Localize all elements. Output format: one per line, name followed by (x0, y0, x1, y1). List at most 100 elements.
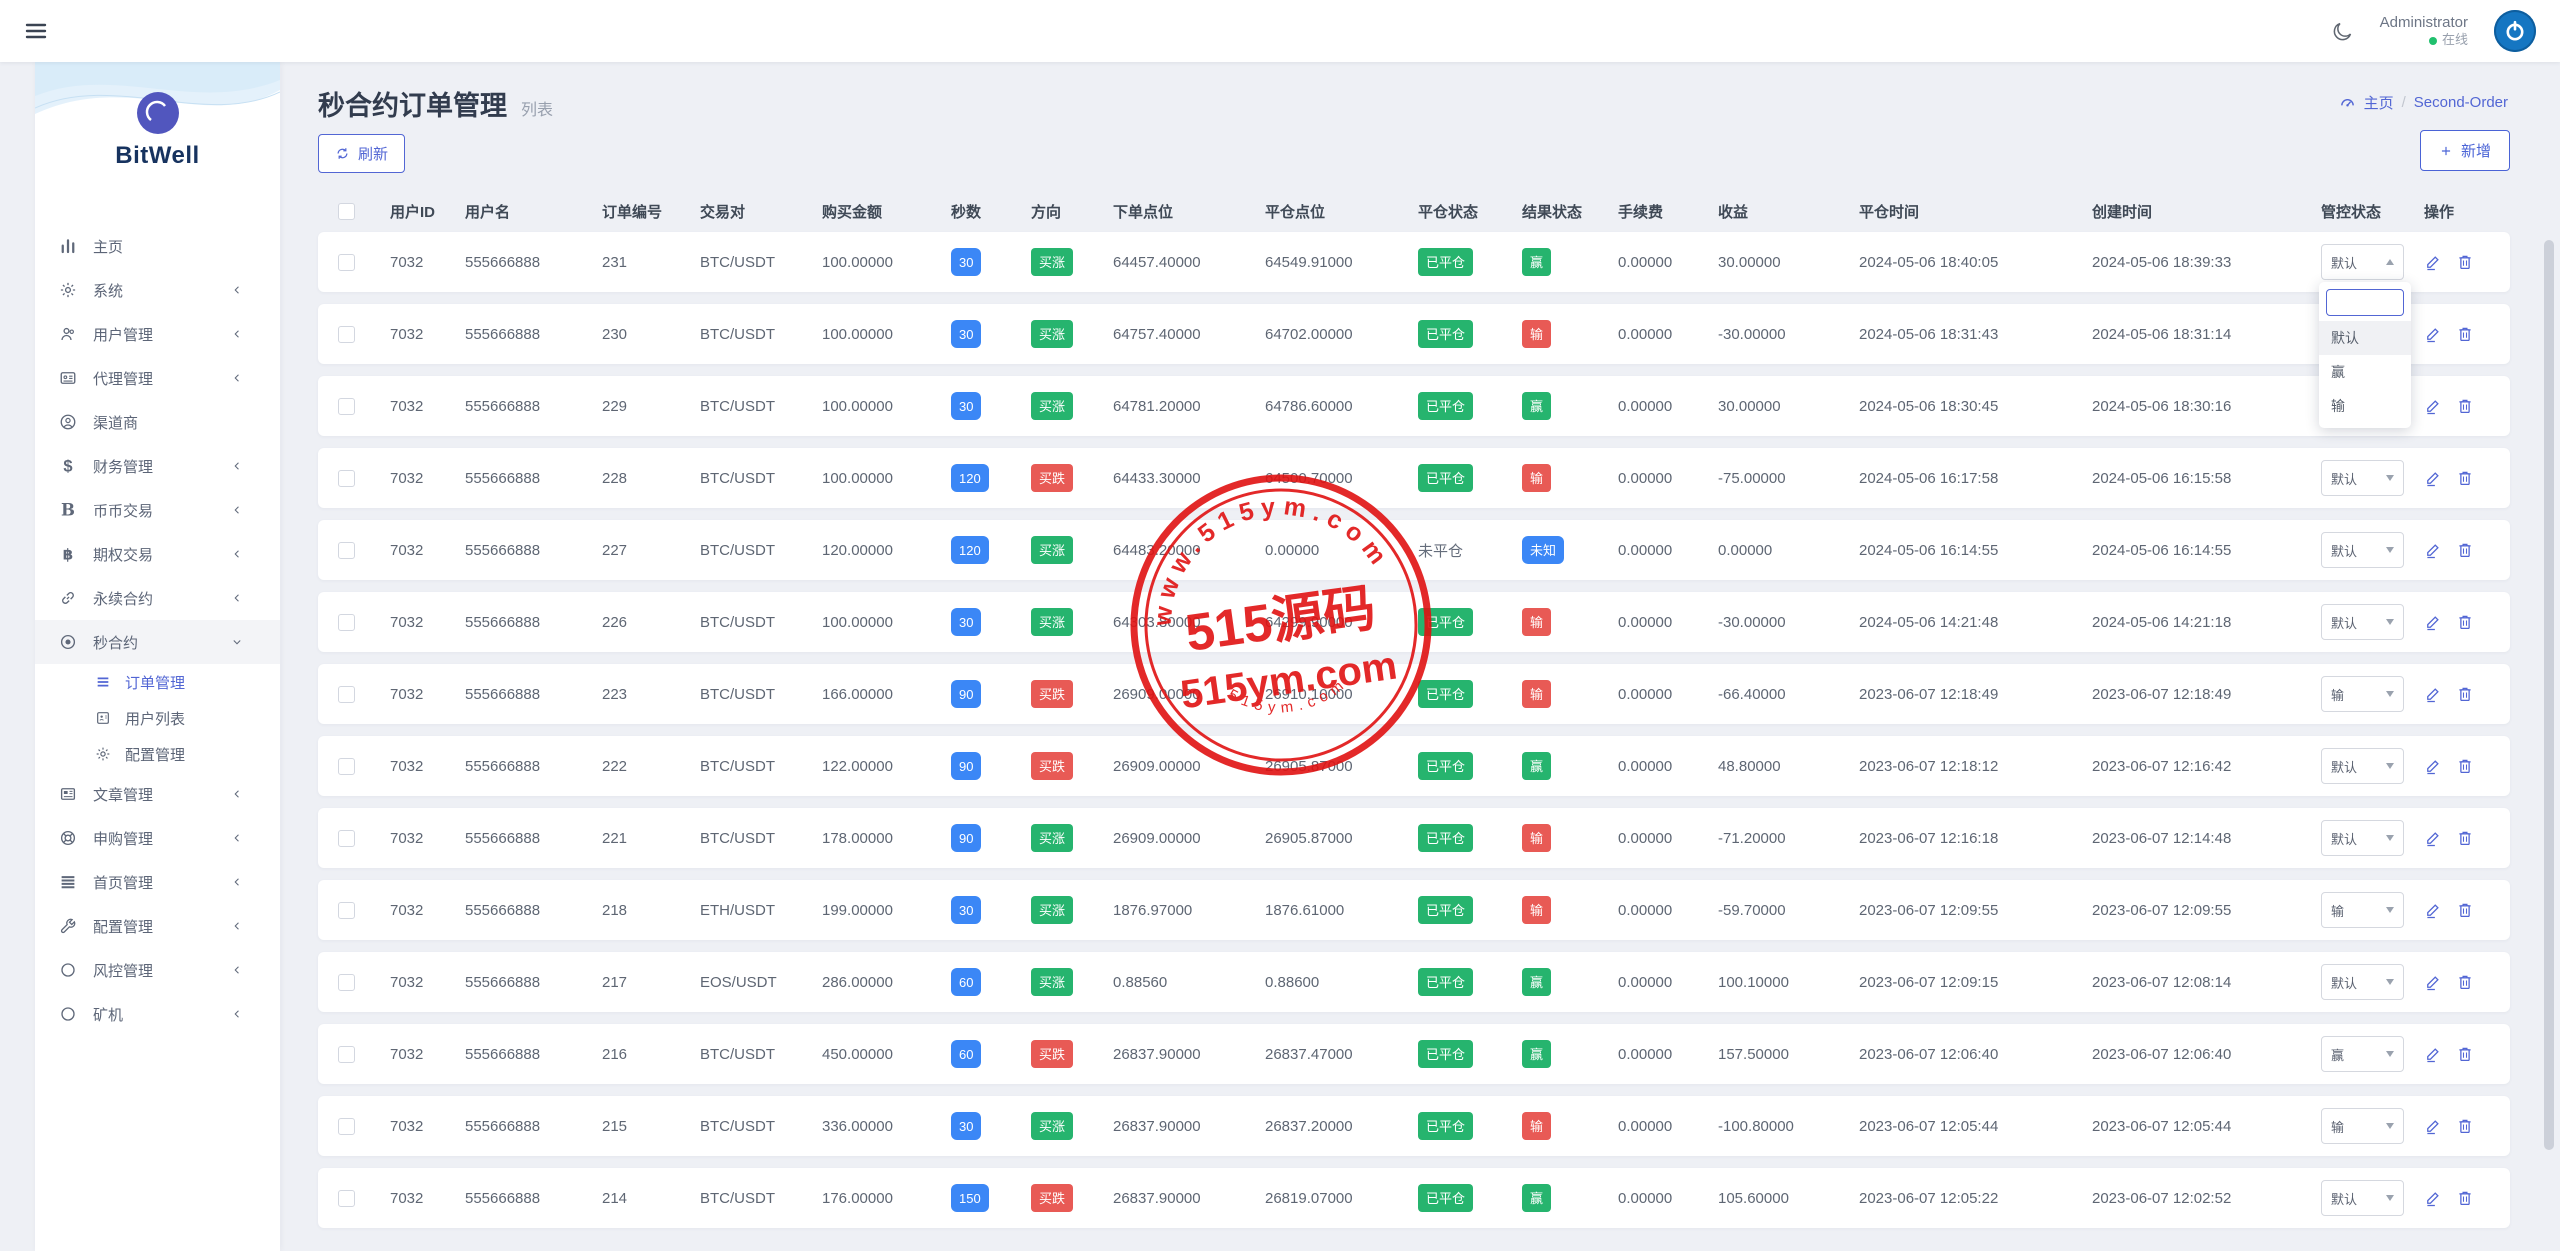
control-select[interactable]: 默认 (2321, 532, 2404, 568)
row-checkbox[interactable] (338, 254, 355, 271)
control-select[interactable]: 默认 (2321, 244, 2404, 280)
edit-button[interactable] (2424, 541, 2442, 559)
sidebar-subitem-9-2[interactable]: 配置管理 (35, 736, 280, 772)
cell-pair: BTC/USDT (680, 736, 802, 796)
dropdown-search-input[interactable] (2326, 289, 2404, 316)
control-select[interactable]: 输 (2321, 892, 2404, 928)
direction-badge: 买跌 (1031, 1040, 1073, 1068)
control-select[interactable]: 默认 (2321, 820, 2404, 856)
sidebar-subitem-9-1[interactable]: 用户列表 (35, 700, 280, 736)
sidebar-item-6[interactable]: 币币交易 (35, 488, 280, 532)
delete-button[interactable] (2456, 685, 2474, 703)
refresh-button[interactable]: 刷新 (318, 134, 405, 173)
delete-button[interactable] (2456, 325, 2474, 343)
dark-mode-toggle[interactable] (2331, 20, 2354, 43)
chevron-left-icon (230, 283, 244, 297)
delete-button[interactable] (2456, 757, 2474, 775)
delete-button[interactable] (2456, 1045, 2474, 1063)
control-select[interactable]: 默认 (2321, 604, 2404, 640)
breadcrumb-current[interactable]: Second-Order (2414, 94, 2508, 111)
cell-user-id: 7032 (370, 448, 445, 508)
add-button[interactable]: 新增 (2420, 130, 2510, 171)
main-content: 秒合约订单管理 列表 主页 / Second-Order 刷新 新增 用户ID用… (280, 62, 2560, 1251)
row-checkbox[interactable] (338, 614, 355, 631)
sidebar-item-2[interactable]: 用户管理 (35, 312, 280, 356)
sidebar-item-9[interactable]: 秒合约 (35, 620, 280, 664)
edit-button[interactable] (2424, 1189, 2442, 1207)
edit-button[interactable] (2424, 253, 2442, 271)
edit-button[interactable] (2424, 901, 2442, 919)
menu-toggle-button[interactable] (24, 19, 48, 43)
row-checkbox[interactable] (338, 902, 355, 919)
chevron-left-icon (230, 787, 244, 801)
delete-button[interactable] (2456, 613, 2474, 631)
row-checkbox[interactable] (338, 1190, 355, 1207)
delete-button[interactable] (2456, 1189, 2474, 1207)
row-checkbox[interactable] (338, 542, 355, 559)
result-badge: 输 (1522, 824, 1551, 852)
control-select[interactable]: 赢 (2321, 1036, 2404, 1072)
sidebar-item-10[interactable]: 文章管理 (35, 772, 280, 816)
row-checkbox[interactable] (338, 326, 355, 343)
cell-profit: -30.00000 (1698, 592, 1839, 652)
user-menu[interactable]: Administrator 在线 (2380, 13, 2468, 49)
edit-button[interactable] (2424, 469, 2442, 487)
control-select[interactable]: 默认 (2321, 1180, 2404, 1216)
edit-button[interactable] (2424, 757, 2442, 775)
delete-button[interactable] (2456, 973, 2474, 991)
row-checkbox[interactable] (338, 758, 355, 775)
edit-button[interactable] (2424, 973, 2442, 991)
sidebar-item-12[interactable]: 首页管理 (35, 860, 280, 904)
row-checkbox[interactable] (338, 398, 355, 415)
row-checkbox[interactable] (338, 974, 355, 991)
dropdown-option[interactable]: 输 (2319, 389, 2411, 423)
sidebar-item-5[interactable]: 财务管理 (35, 444, 280, 488)
delete-button[interactable] (2456, 901, 2474, 919)
delete-button[interactable] (2456, 1117, 2474, 1135)
sidebar-item-14[interactable]: 风控管理 (35, 948, 280, 992)
cell-create-time: 2023-06-07 12:05:44 (2072, 1096, 2301, 1156)
row-checkbox[interactable] (338, 686, 355, 703)
control-select[interactable]: 输 (2321, 676, 2404, 712)
edit-button[interactable] (2424, 325, 2442, 343)
sidebar-item-1[interactable]: 系统 (35, 268, 280, 312)
delete-button[interactable] (2456, 541, 2474, 559)
avatar[interactable] (2494, 10, 2536, 52)
dropdown-option[interactable]: 赢 (2319, 355, 2411, 389)
edit-button[interactable] (2424, 1045, 2442, 1063)
control-select[interactable]: 输 (2321, 1108, 2404, 1144)
cell-close-price: 26910.10000 (1245, 664, 1398, 724)
scrollbar-thumb[interactable] (2544, 240, 2554, 1150)
sidebar-subitem-9-0[interactable]: 订单管理 (35, 664, 280, 700)
sidebar-item-8[interactable]: 永续合约 (35, 576, 280, 620)
delete-button[interactable] (2456, 829, 2474, 847)
control-select[interactable]: 默认 (2321, 964, 2404, 1000)
caret-down-icon (2386, 763, 2394, 769)
row-checkbox[interactable] (338, 1046, 355, 1063)
edit-button[interactable] (2424, 397, 2442, 415)
sidebar-item-7[interactable]: 期权交易 (35, 532, 280, 576)
edit-button[interactable] (2424, 685, 2442, 703)
sidebar-item-3[interactable]: 代理管理 (35, 356, 280, 400)
breadcrumb-home[interactable]: 主页 (2364, 92, 2394, 113)
select-all-checkbox[interactable] (338, 203, 355, 220)
edit-button[interactable] (2424, 1117, 2442, 1135)
sidebar-item-0[interactable]: 主页 (35, 224, 280, 268)
delete-button[interactable] (2456, 469, 2474, 487)
row-checkbox[interactable] (338, 830, 355, 847)
delete-button[interactable] (2456, 397, 2474, 415)
dropdown-option[interactable]: 默认 (2319, 321, 2411, 355)
control-select[interactable]: 默认 (2321, 748, 2404, 784)
sidebar-item-4[interactable]: 渠道商 (35, 400, 280, 444)
control-select[interactable]: 默认 (2321, 460, 2404, 496)
table-row: 7032 555666888 215 BTC/USDT 336.00000 30… (318, 1096, 2510, 1156)
sidebar-item-11[interactable]: 申购管理 (35, 816, 280, 860)
edit-button[interactable] (2424, 829, 2442, 847)
edit-button[interactable] (2424, 613, 2442, 631)
sidebar-item-15[interactable]: 矿机 (35, 992, 280, 1036)
row-checkbox[interactable] (338, 470, 355, 487)
row-checkbox[interactable] (338, 1118, 355, 1135)
close-status-badge: 已平仓 (1418, 680, 1473, 708)
sidebar-item-13[interactable]: 配置管理 (35, 904, 280, 948)
delete-button[interactable] (2456, 253, 2474, 271)
